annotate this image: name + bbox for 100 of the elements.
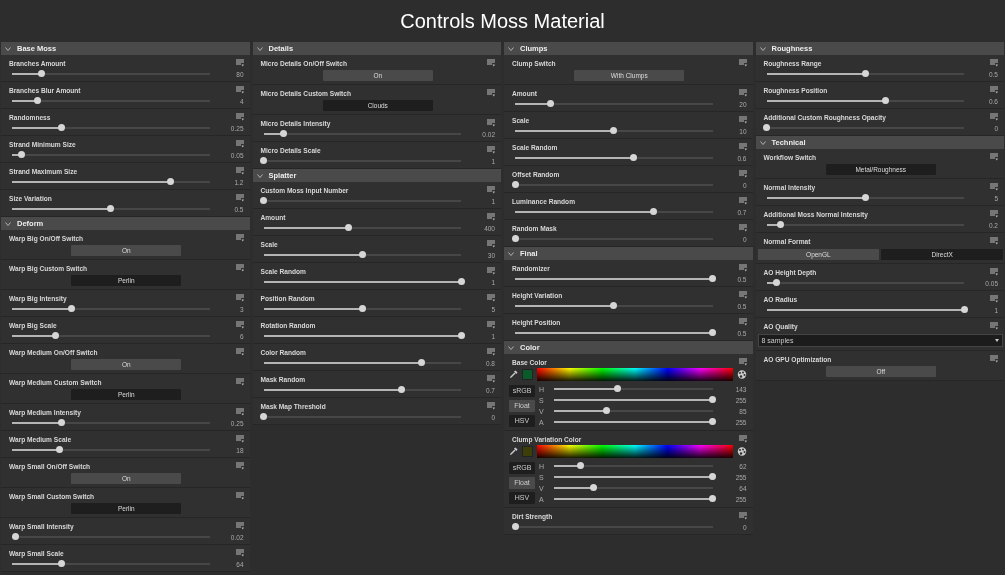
menu-icon[interactable] [235,321,244,329]
slider-handle[interactable] [57,124,65,131]
slider-handle[interactable] [12,533,20,540]
slider-handle[interactable] [457,332,465,339]
menu-icon[interactable] [235,86,244,94]
slider-handle[interactable] [511,523,519,530]
slider-handle[interactable] [418,359,425,366]
slider-handle[interactable] [38,70,46,77]
slider-handle[interactable] [602,407,610,414]
slider-handle[interactable] [630,154,637,161]
slider-handle[interactable] [55,446,63,453]
menu-icon[interactable] [738,170,747,178]
slider-handle[interactable] [57,419,65,426]
slider-handle[interactable] [590,484,598,491]
color-swatch[interactable] [522,369,533,380]
menu-icon[interactable] [738,59,747,67]
menu-icon[interactable] [235,294,244,302]
color-swatch[interactable] [522,446,533,457]
menu-icon[interactable] [235,492,244,500]
menu-icon[interactable] [235,435,244,443]
menu-icon[interactable] [990,153,998,161]
menu-icon[interactable] [235,378,244,386]
menu-icon[interactable] [235,140,244,148]
slider-handle[interactable] [547,100,555,107]
menu-icon[interactable] [487,402,495,410]
menu-icon[interactable] [235,194,244,202]
menu-icon[interactable] [235,167,244,175]
slider-handle[interactable] [709,396,716,403]
slider-handle[interactable] [34,97,42,104]
menu-icon[interactable] [487,267,495,275]
slider-handle[interactable] [457,278,465,285]
menu-icon[interactable] [487,321,495,329]
slider-handle[interactable] [511,181,519,188]
slider-handle[interactable] [763,124,770,131]
slider-handle[interactable] [344,224,352,231]
menu-icon[interactable] [487,375,495,383]
slider-handle[interactable] [861,194,869,201]
slider-handle[interactable] [772,279,780,286]
menu-icon[interactable] [235,234,244,242]
slider-handle[interactable] [57,560,65,567]
slider-handle[interactable] [960,306,968,313]
slider-handle[interactable] [881,97,889,104]
palette-icon[interactable] [736,370,747,379]
menu-icon[interactable] [235,408,244,416]
slider-handle[interactable] [398,386,406,393]
slider-handle[interactable] [279,130,287,137]
menu-icon[interactable] [738,512,747,520]
menu-icon[interactable] [487,146,495,154]
menu-icon[interactable] [487,294,495,302]
slider-handle[interactable] [166,178,174,185]
menu-icon[interactable] [487,240,495,248]
menu-icon[interactable] [990,86,998,94]
slider-handle[interactable] [610,302,618,309]
menu-icon[interactable] [990,322,998,330]
menu-icon[interactable] [235,113,244,121]
menu-icon[interactable] [990,237,998,245]
slider-handle[interactable] [613,385,621,392]
menu-icon[interactable] [738,197,747,205]
menu-icon[interactable] [738,291,747,299]
eyedropper-icon[interactable] [509,447,518,456]
slider-handle[interactable] [260,197,267,204]
palette-icon[interactable] [736,447,747,456]
slider-handle[interactable] [358,305,366,312]
slider-handle[interactable] [260,413,267,420]
menu-icon[interactable] [738,116,747,124]
menu-icon[interactable] [235,462,244,470]
menu-icon[interactable] [990,295,998,303]
slider-handle[interactable] [577,462,585,469]
hue-spectrum-picker[interactable] [537,445,733,458]
menu-icon[interactable] [487,89,495,97]
menu-icon[interactable] [990,355,998,363]
slider-handle[interactable] [511,235,519,242]
menu-icon[interactable] [235,348,244,356]
menu-icon[interactable] [738,435,747,443]
menu-icon[interactable] [487,59,495,67]
menu-icon[interactable] [738,318,747,326]
menu-icon[interactable] [738,224,747,232]
menu-icon[interactable] [990,210,998,218]
slider-handle[interactable] [18,151,26,158]
slider-handle[interactable] [776,221,784,228]
menu-icon[interactable] [738,264,747,272]
menu-icon[interactable] [235,264,244,272]
menu-icon[interactable] [235,522,244,530]
slider-handle[interactable] [861,70,869,77]
slider-handle[interactable] [709,495,716,502]
menu-icon[interactable] [738,89,747,97]
menu-icon[interactable] [990,183,998,191]
menu-icon[interactable] [990,113,998,121]
menu-icon[interactable] [235,549,244,557]
menu-icon[interactable] [990,268,998,276]
slider-handle[interactable] [649,208,657,215]
slider-handle[interactable] [709,329,716,336]
hue-spectrum-picker[interactable] [537,368,733,381]
slider-handle[interactable] [709,473,716,480]
slider-handle[interactable] [51,332,59,339]
menu-icon[interactable] [487,186,495,194]
menu-icon[interactable] [738,358,747,366]
slider-handle[interactable] [107,205,115,212]
menu-icon[interactable] [487,119,495,127]
slider-handle[interactable] [358,251,366,258]
